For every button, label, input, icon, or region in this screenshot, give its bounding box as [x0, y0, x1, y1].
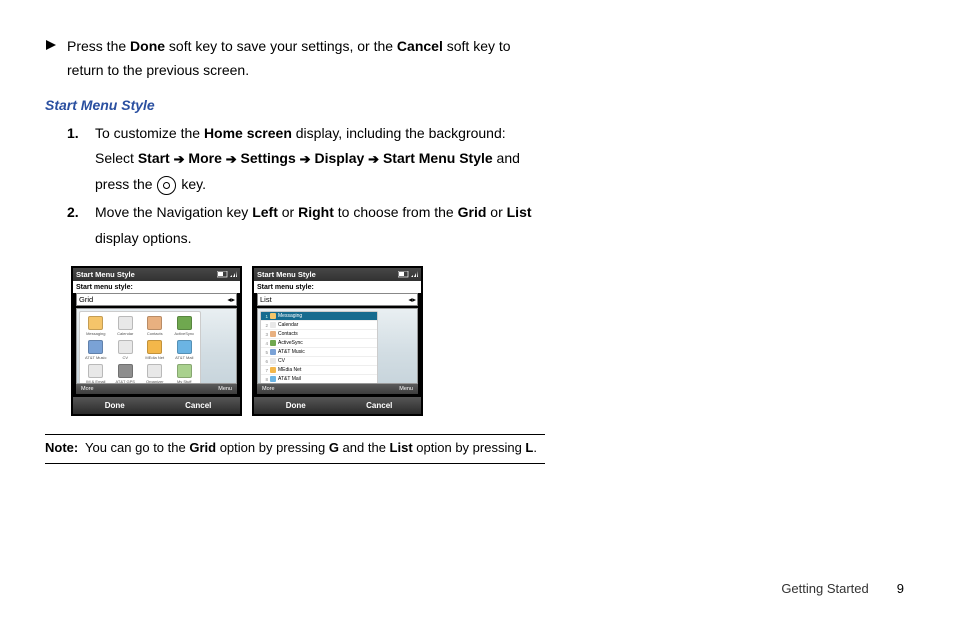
list-row: 6CV: [261, 357, 377, 366]
screenshot-grid: Start Menu Style Start menu style: Grid …: [71, 266, 242, 416]
softkey-cancel: Cancel: [338, 401, 422, 410]
list-row: 5AT&T Music: [261, 348, 377, 357]
status-icons-icon: [398, 271, 418, 278]
spinner-arrows-icon: ◂ ▸: [227, 295, 234, 304]
screenshot-list: Start Menu Style Start menu style: List …: [252, 266, 423, 416]
grid-icon: IM & Email: [82, 364, 110, 384]
status-icons-icon: [217, 271, 237, 278]
list-row: 1Messaging: [261, 312, 377, 321]
grid-icon: ActiveSync: [171, 316, 199, 336]
footer-section: Getting Started: [781, 581, 868, 596]
softkey-cancel: Cancel: [157, 401, 241, 410]
step-2: Move the Navigation key Left or Right to…: [67, 200, 545, 252]
grid-icon: Messaging: [82, 316, 110, 336]
grid-icon: Contacts: [141, 316, 169, 336]
grid-icon: MEdia Net: [141, 340, 169, 360]
list-row: 3Contacts: [261, 330, 377, 339]
list-row: 2Calendar: [261, 321, 377, 330]
list-row: 7MEdia Net: [261, 366, 377, 375]
page-footer: Getting Started 9: [781, 581, 904, 596]
softkey-done: Done: [254, 401, 338, 410]
grid-icon: Organizer: [141, 364, 169, 384]
list-row: 8AT&T Mail: [261, 375, 377, 384]
phone-select-list: List ◂ ▸: [257, 293, 418, 306]
grid-icon: AT&T GPS: [112, 364, 140, 384]
phone-select-grid: Grid ◂ ▸: [76, 293, 237, 306]
intro-text: Press the Done soft key to save your set…: [67, 35, 545, 83]
phone-title: Start Menu Style: [76, 270, 135, 279]
page-number: 9: [897, 581, 904, 596]
grid-icon: Calendar: [112, 316, 140, 336]
grid-icon: AT&T Music: [82, 340, 110, 360]
grid-icon: CV: [112, 340, 140, 360]
spinner-arrows-icon: ◂ ▸: [408, 295, 415, 304]
play-bullet-icon: [45, 35, 67, 83]
grid-icon: AT&T Mail: [171, 340, 199, 360]
phone-label: Start menu style:: [73, 281, 240, 293]
step-1: To customize the Home screen display, in…: [67, 121, 545, 199]
section-heading: Start Menu Style: [45, 97, 545, 113]
note: Note: You can go to the Grid option by p…: [45, 435, 545, 464]
center-key-icon: [157, 176, 176, 195]
grid-icon: My Stuff: [171, 364, 199, 384]
softkey-done: Done: [73, 401, 157, 410]
list-row: 4ActiveSync: [261, 339, 377, 348]
